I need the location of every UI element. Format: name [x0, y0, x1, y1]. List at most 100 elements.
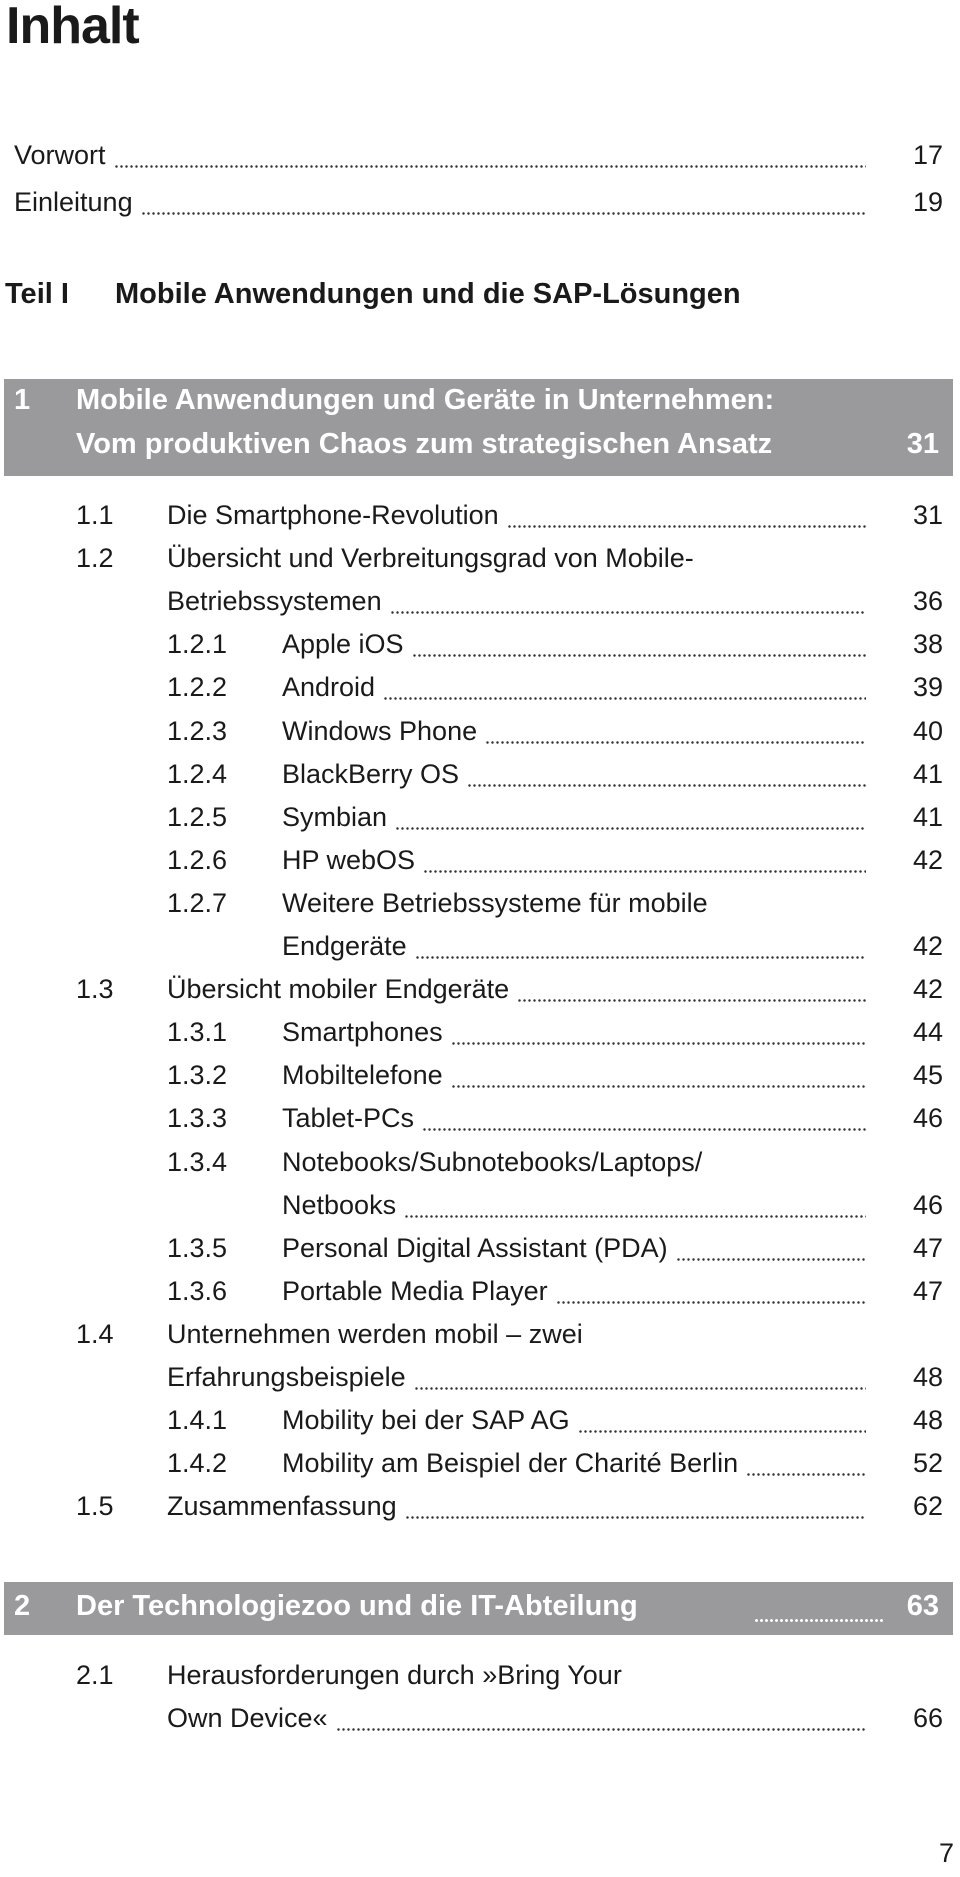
entry-page: 39 — [912, 672, 943, 703]
toc-entry[interactable]: Netbooks — [282, 1183, 872, 1227]
dot-leader — [450, 1054, 866, 1098]
chapter-page: 63 — [906, 1590, 939, 1622]
toc-entry[interactable]: Herausforderungen durch »Bring Your — [167, 1654, 872, 1697]
entry-page: 36 — [912, 586, 943, 617]
toc-entry[interactable]: Weitere Betriebssysteme für mobile — [282, 882, 872, 925]
entry-page: 48 — [912, 1405, 943, 1436]
entry-page: 44 — [912, 1017, 943, 1048]
entry-page: 42 — [912, 931, 943, 961]
toc-entry[interactable]: Erfahrungsbeispiele — [167, 1356, 872, 1399]
toc-entry[interactable]: Apple iOS — [282, 623, 872, 667]
dot-leader — [395, 795, 866, 839]
dot-leader — [467, 752, 866, 796]
entry-title: Zusammenfassung — [167, 1491, 397, 1522]
toc-entry[interactable]: Betriebssystemen — [167, 580, 872, 624]
part-label: Teil I — [5, 278, 69, 310]
entry-page: 62 — [912, 1491, 943, 1522]
page-title: Inhalt — [6, 0, 140, 55]
toc-entry[interactable]: Smartphones — [282, 1011, 872, 1055]
toc-entry[interactable]: Einleitung — [14, 181, 872, 224]
entry-number: 1.2 — [76, 543, 114, 574]
chapter-number: 1 — [14, 384, 31, 416]
entry-number: 1.4 — [76, 1318, 114, 1349]
entry-title: Mobiltelefone — [282, 1060, 443, 1091]
toc-entry[interactable]: Endgeräte — [282, 925, 872, 968]
entry-title: Übersicht mobiler Endgeräte — [167, 974, 510, 1005]
entry-title: Betriebssystemen — [167, 586, 382, 617]
toc-entry[interactable]: Übersicht mobiler Endgeräte — [167, 968, 872, 1012]
page-number: 7 — [938, 1838, 954, 1868]
toc-entry[interactable]: Notebooks/Subnotebooks/Laptops/ — [282, 1141, 872, 1184]
entry-number: 1.3.2 — [167, 1060, 228, 1091]
entry-number: 1.2.5 — [167, 801, 228, 832]
dot-leader — [675, 1226, 866, 1270]
entry-title: Symbian — [282, 801, 388, 832]
toc-entry[interactable]: Mobility am Beispiel der Charité Berlin — [282, 1442, 872, 1486]
chapter-1-heading[interactable]: 1 Mobile Anwendungen und Geräte in Unter… — [4, 379, 953, 476]
entry-title: Herausforderungen durch »Bring Your — [167, 1660, 622, 1690]
entry-number: 1.3.4 — [167, 1146, 228, 1177]
dot-leader — [517, 968, 866, 1012]
toc-entry[interactable]: Unternehmen werden mobil – zwei — [167, 1313, 872, 1356]
entry-title: Tablet-PCs — [282, 1103, 415, 1134]
chapter-number: 2 — [14, 1590, 31, 1622]
toc-entry[interactable]: Die Smartphone-Revolution — [167, 494, 872, 537]
entry-title: Smartphones — [282, 1017, 443, 1048]
entry-page: 47 — [912, 1275, 943, 1306]
entry-title: Mobility am Beispiel der Charité Berlin — [282, 1448, 739, 1479]
entry-number: 1.3.6 — [167, 1275, 228, 1306]
entry-title: Portable Media Player — [282, 1275, 548, 1306]
toc-entry[interactable]: Mobility bei der SAP AG — [282, 1399, 872, 1443]
dot-leader — [754, 1582, 884, 1635]
dot-leader — [423, 838, 866, 882]
toc-entry[interactable]: Symbian — [282, 795, 872, 839]
chapter-title: Der Technologiezoo und die IT-Abteilung — [76, 1590, 638, 1622]
toc-entry[interactable]: Personal Digital Assistant (PDA) — [282, 1226, 872, 1270]
dot-leader — [746, 1442, 866, 1486]
entry-page: 48 — [912, 1362, 943, 1392]
entry-page: 46 — [912, 1103, 943, 1134]
entry-page: 45 — [912, 1060, 943, 1091]
entry-title: Apple iOS — [282, 629, 404, 660]
entry-title: Erfahrungsbeispiele — [167, 1362, 406, 1392]
dot-leader — [335, 1697, 866, 1741]
entry-page: 38 — [912, 629, 943, 660]
toc-entry[interactable]: HP webOS — [282, 838, 872, 882]
entry-page: 19 — [912, 187, 943, 217]
entry-page: 42 — [912, 974, 943, 1005]
toc-entry[interactable]: Portable Media Player — [282, 1269, 872, 1313]
dot-leader — [404, 1183, 866, 1227]
entry-number: 1.2.7 — [167, 887, 228, 918]
entry-page: 66 — [912, 1703, 943, 1734]
entry-title: Die Smartphone-Revolution — [167, 500, 499, 530]
toc-entry[interactable]: Mobiltelefone — [282, 1054, 872, 1098]
dot-leader — [414, 925, 866, 968]
entry-title: Vorwort — [14, 140, 106, 170]
entry-number: 1.4.1 — [167, 1405, 228, 1436]
entry-title: Netbooks — [282, 1189, 397, 1220]
dot-leader — [404, 1485, 866, 1529]
entry-number: 1.3 — [76, 974, 114, 1005]
entry-title: Personal Digital Assistant (PDA) — [282, 1232, 668, 1263]
entry-number: 2.1 — [76, 1660, 114, 1690]
dot-leader — [422, 1097, 866, 1141]
entry-title: Windows Phone — [282, 715, 478, 746]
chapter-2-heading[interactable]: 2 Der Technologiezoo und die IT-Abteilun… — [4, 1582, 953, 1635]
entry-title: Unternehmen werden mobil – zwei — [167, 1318, 583, 1349]
chapter-title-line-1: Mobile Anwendungen und Geräte in Unterne… — [76, 384, 775, 416]
toc-entry[interactable]: Übersicht und Verbreitungsgrad von Mobil… — [167, 537, 872, 580]
toc-entry[interactable]: Own Device« — [167, 1697, 872, 1741]
entry-number: 1.2.1 — [167, 629, 228, 660]
toc-entry[interactable]: Zusammenfassung — [167, 1485, 872, 1529]
part-title: Mobile Anwendungen und die SAP-Lösungen — [115, 278, 741, 310]
toc-entry[interactable]: Vorwort — [14, 134, 872, 177]
toc-entry[interactable]: Tablet-PCs — [282, 1097, 872, 1141]
entry-title: Weitere Betriebssysteme für mobile — [282, 887, 708, 918]
toc-entry[interactable]: Android — [282, 666, 872, 710]
toc-entry[interactable]: Windows Phone — [282, 709, 872, 753]
chapter-page: 31 — [906, 428, 939, 460]
entry-number: 1.1 — [76, 500, 114, 530]
entry-title: HP webOS — [282, 844, 416, 875]
entry-title: Android — [282, 672, 376, 703]
toc-entry[interactable]: BlackBerry OS — [282, 752, 872, 796]
